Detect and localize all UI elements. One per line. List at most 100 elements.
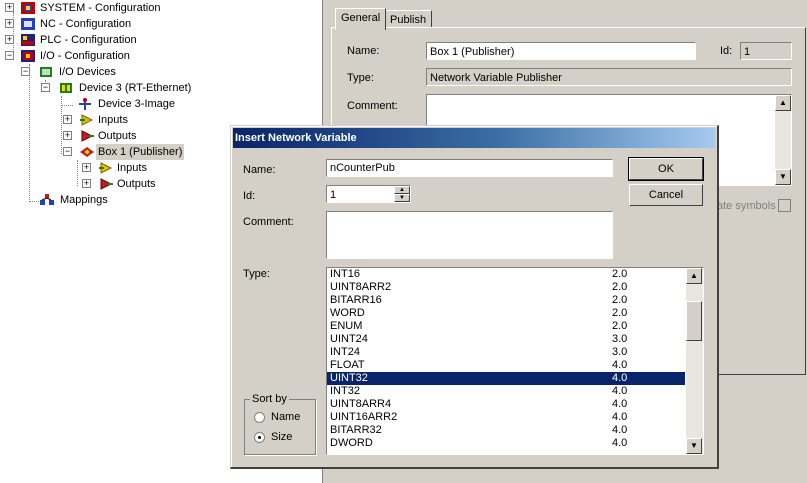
outputs-icon <box>100 178 113 190</box>
tree-item-io-config[interactable]: − I/O - Configuration <box>0 48 200 64</box>
type-size: 4.0 <box>612 424 628 436</box>
comment-scrollbar[interactable]: ▲ ▼ <box>775 95 791 185</box>
tree-item-device-3[interactable]: − Device 3 (RT-Ethernet) <box>0 80 220 96</box>
type-list-item[interactable]: INT32 4.0 <box>327 385 685 398</box>
expand-icon[interactable]: + <box>82 179 91 188</box>
type-name: BITARR16 <box>330 294 382 306</box>
stepper-down-icon[interactable]: ▼ <box>394 194 410 202</box>
type-size: 4.0 <box>612 437 628 449</box>
id-label: Id: <box>720 45 733 57</box>
sort-name-radio[interactable] <box>254 412 265 423</box>
expand-icon[interactable]: + <box>5 19 14 28</box>
type-list-item[interactable]: BITARR32 4.0 <box>327 424 685 437</box>
type-name: ENUM <box>330 320 363 332</box>
sort-by-label: Sort by <box>250 391 289 407</box>
dialog-title[interactable]: Insert Network Variable <box>233 128 715 148</box>
type-name: UINT16ARR2 <box>330 411 398 423</box>
tab-general[interactable]: General <box>335 8 387 30</box>
comment-label: Comment: <box>243 216 294 228</box>
comment-label: Comment: <box>347 100 398 112</box>
scroll-down-icon[interactable]: ▼ <box>686 438 702 454</box>
tree-item-device-image[interactable]: Device 3-Image <box>0 96 220 112</box>
type-list-item[interactable]: UINT8ARR2 2.0 <box>327 281 685 294</box>
type-field: Network Variable Publisher <box>426 68 792 86</box>
name-input[interactable] <box>326 159 613 177</box>
type-list-scrollbar[interactable]: ▲ ▼ <box>686 268 703 454</box>
box-icon <box>80 147 94 157</box>
scroll-up-icon[interactable]: ▲ <box>775 95 791 111</box>
collapse-icon[interactable]: − <box>41 83 50 92</box>
type-size: 3.0 <box>612 333 628 345</box>
type-label: Type: <box>243 268 270 280</box>
name-field[interactable]: Box 1 (Publisher) <box>426 42 696 60</box>
type-size: 4.0 <box>612 359 628 371</box>
system-config-icon <box>21 2 35 14</box>
ok-button[interactable]: OK <box>628 157 704 181</box>
tree-item-box-inputs[interactable]: + Inputs <box>0 160 220 176</box>
name-label: Name: <box>347 45 380 57</box>
tree-item-nc[interactable]: + NC - Configuration <box>0 16 200 32</box>
tree-item-label: Device 3 (RT-Ethernet) <box>79 82 192 94</box>
sort-by-group <box>244 399 316 455</box>
tree-item-io-devices[interactable]: − I/O Devices <box>0 64 200 80</box>
tree-item-label: Mappings <box>60 194 108 206</box>
type-listbox[interactable]: INT16 2.0 UINT8ARR2 2.0 BITARR16 2.0 WORD 2.0 EN… <box>326 267 704 455</box>
plc-config-icon <box>21 34 35 46</box>
type-list-item[interactable]: UINT24 3.0 <box>327 333 685 346</box>
expand-icon[interactable]: + <box>5 35 14 44</box>
type-list-item[interactable]: UINT32 4.0 <box>327 372 685 385</box>
type-list-item[interactable]: INT16 2.0 <box>327 268 685 281</box>
tab-label: General <box>341 12 381 24</box>
type-list-item[interactable]: INT24 3.0 <box>327 346 685 359</box>
type-size: 2.0 <box>612 307 628 319</box>
type-name: INT32 <box>330 385 360 397</box>
type-list-item[interactable]: DWORD 4.0 <box>327 437 685 450</box>
tree-item-label: Outputs <box>117 178 156 190</box>
expand-icon[interactable]: + <box>5 3 14 12</box>
type-list-item[interactable]: WORD 2.0 <box>327 307 685 320</box>
name-label: Name: <box>243 164 276 176</box>
tree-item-label: Box 1 (Publisher) <box>96 144 185 160</box>
type-list-item[interactable]: FLOAT 4.0 <box>327 359 685 372</box>
collapse-icon[interactable]: − <box>21 67 30 76</box>
stepper-up-icon[interactable]: ▲ <box>394 186 410 194</box>
tree-item-system[interactable]: + SYSTEM - Configuration <box>0 0 200 16</box>
tree-item-plc[interactable]: + PLC - Configuration <box>0 32 200 48</box>
inputs-icon <box>99 162 113 174</box>
type-list-item[interactable]: BITARR16 2.0 <box>327 294 685 307</box>
tree-item-box-1[interactable]: − Box 1 (Publisher) <box>0 144 220 160</box>
type-list-item[interactable]: UINT16ARR2 4.0 <box>327 411 685 424</box>
sort-size-radio[interactable] <box>254 432 265 443</box>
collapse-icon[interactable]: − <box>5 51 14 60</box>
io-devices-icon <box>40 67 52 77</box>
expand-icon[interactable]: + <box>63 131 72 140</box>
collapse-icon[interactable]: − <box>63 147 72 156</box>
type-name: UINT32 <box>330 372 368 384</box>
tree-item-box-outputs[interactable]: + Outputs <box>0 176 220 192</box>
comment-input[interactable] <box>326 211 613 259</box>
scroll-thumb[interactable] <box>686 301 702 341</box>
expand-icon[interactable]: + <box>63 115 72 124</box>
tree-item-label: Inputs <box>117 162 147 174</box>
scroll-down-icon[interactable]: ▼ <box>775 169 791 185</box>
expand-icon[interactable]: + <box>82 163 91 172</box>
symbols-checkbox[interactable] <box>778 199 791 212</box>
id-label: Id: <box>243 190 256 202</box>
tab-label: Publish <box>390 14 427 26</box>
type-size: 2.0 <box>612 281 628 293</box>
io-config-icon <box>21 50 35 62</box>
cancel-button[interactable]: Cancel <box>629 184 703 206</box>
tree-item-mappings[interactable]: Mappings <box>0 192 200 208</box>
sort-name-label: Name <box>271 411 301 423</box>
tree-item-inputs[interactable]: + Inputs <box>0 112 220 128</box>
type-size: 4.0 <box>612 411 628 423</box>
scroll-up-icon[interactable]: ▲ <box>686 268 702 284</box>
type-size: 2.0 <box>612 268 628 280</box>
id-value: 1 <box>330 189 337 201</box>
tree-item-outputs[interactable]: + Outputs <box>0 128 220 144</box>
mappings-icon <box>40 194 54 205</box>
type-name: UINT24 <box>330 333 368 345</box>
symbols-label: ate symbols <box>717 200 776 212</box>
type-list-item[interactable]: UINT8ARR4 4.0 <box>327 398 685 411</box>
type-list-item[interactable]: ENUM 2.0 <box>327 320 685 333</box>
